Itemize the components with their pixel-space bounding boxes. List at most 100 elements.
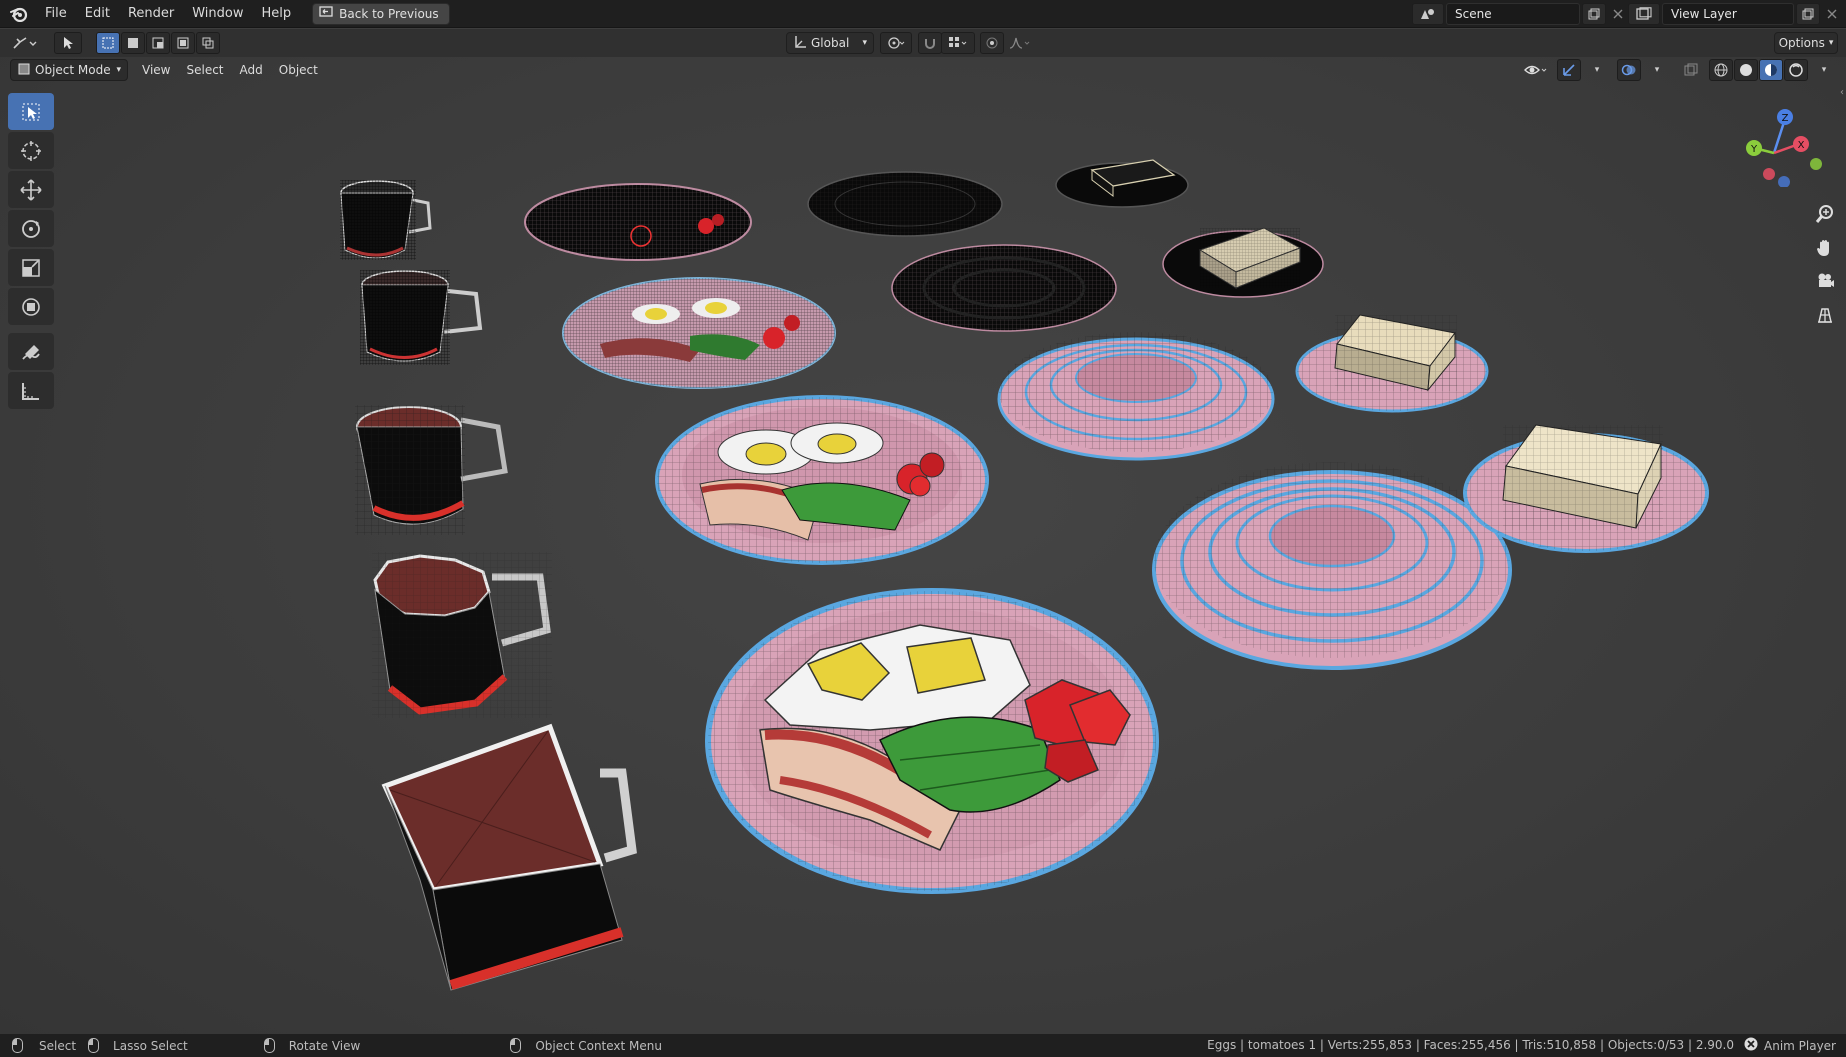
shading-wireframe-icon[interactable] bbox=[1709, 59, 1733, 81]
viewport-menu-object[interactable]: Object bbox=[271, 59, 326, 81]
select-extend-icon[interactable] bbox=[121, 32, 145, 54]
select-box-tool-icon[interactable] bbox=[8, 93, 54, 130]
view-layer-close-icon[interactable] bbox=[1820, 3, 1844, 25]
status-lasso-hint: Lasso Select bbox=[88, 1038, 188, 1053]
options-dropdown[interactable]: Options ▾ bbox=[1774, 32, 1838, 54]
object-mode-label: Object Mode bbox=[35, 63, 111, 77]
plate-toast-medium[interactable] bbox=[1295, 314, 1489, 413]
transform-orientation-dropdown[interactable]: Global ▾ bbox=[786, 32, 874, 54]
menu-window[interactable]: Window bbox=[183, 3, 252, 25]
view-layer-browse-icon[interactable] bbox=[1628, 3, 1660, 25]
scene-statistics: Eggs | tomatoes 1 | Verts:255,853 | Face… bbox=[1207, 1038, 1734, 1052]
annotate-tool-icon[interactable] bbox=[8, 333, 54, 370]
rotate-tool-icon[interactable] bbox=[8, 210, 54, 247]
overlays-options-chevron-icon[interactable]: ▾ bbox=[1645, 59, 1669, 81]
cursor-tool-icon[interactable] bbox=[8, 132, 54, 169]
select-new-icon[interactable] bbox=[96, 32, 120, 54]
top-menu-bar: File Edit Render Window Help Back to Pre… bbox=[0, 0, 1846, 28]
scale-tool-icon[interactable] bbox=[8, 249, 54, 286]
transform-tool-icon[interactable] bbox=[8, 288, 54, 325]
plate-back-2[interactable] bbox=[807, 171, 1003, 237]
mug-4[interactable] bbox=[372, 552, 552, 718]
plate-breakfast-medium[interactable] bbox=[655, 395, 989, 565]
menu-file[interactable]: File bbox=[36, 3, 76, 25]
plate-toast-large[interactable] bbox=[1463, 424, 1709, 553]
middle-mouse-icon bbox=[263, 1038, 275, 1053]
menu-help[interactable]: Help bbox=[253, 3, 301, 25]
pivot-point-icon[interactable] bbox=[880, 32, 912, 54]
status-rotate-hint: Rotate View bbox=[263, 1038, 360, 1053]
pan-hand-icon[interactable] bbox=[1810, 233, 1840, 263]
shading-options-chevron-icon[interactable]: ▾ bbox=[1812, 59, 1836, 81]
scene-name-field[interactable]: Scene bbox=[1446, 3, 1580, 25]
plate-back-5[interactable] bbox=[1162, 227, 1324, 298]
plate-back-1[interactable] bbox=[524, 183, 752, 261]
editor-type-icon[interactable] bbox=[8, 32, 42, 54]
selection-mode-group bbox=[96, 32, 220, 54]
plate-back-3[interactable] bbox=[1055, 159, 1189, 208]
ortho-grid-icon[interactable] bbox=[1810, 300, 1840, 330]
proportional-edit-icon[interactable] bbox=[980, 32, 1004, 54]
menu-edit[interactable]: Edit bbox=[76, 3, 119, 25]
navigation-gizmo[interactable]: Z X Y bbox=[1732, 97, 1822, 188]
status-select-hint: Select bbox=[12, 1038, 76, 1053]
snap-toggle-icon[interactable] bbox=[918, 32, 942, 54]
tool-header: Global ▾ Options ▾ bbox=[0, 29, 1846, 57]
plate-mid-breakfast-small[interactable] bbox=[562, 277, 836, 389]
gizmo-options-chevron-icon[interactable]: ▾ bbox=[1585, 59, 1609, 81]
shading-solid-icon[interactable] bbox=[1734, 59, 1758, 81]
plate-back-4[interactable] bbox=[891, 244, 1117, 332]
viewport-menu-view[interactable]: View bbox=[134, 59, 178, 81]
plate-breakfast-large[interactable] bbox=[705, 588, 1159, 894]
plate-mid-stack[interactable] bbox=[997, 332, 1275, 461]
viewport-header: Object Mode ▾ View Select Add Object ▾ ▾… bbox=[0, 57, 1846, 83]
shading-mode-group bbox=[1709, 59, 1808, 81]
3d-viewport[interactable]: Z X Y ‹ bbox=[0, 57, 1846, 1034]
view-layer-new-icon[interactable] bbox=[1796, 3, 1820, 25]
proportional-falloff-icon[interactable] bbox=[1003, 32, 1037, 54]
measure-tool-icon[interactable] bbox=[8, 372, 54, 409]
chevron-down-icon: ▾ bbox=[862, 38, 867, 48]
sidebar-toggle-icon[interactable]: ‹ bbox=[1840, 87, 1844, 98]
left-mouse-icon bbox=[12, 1038, 23, 1053]
scene-new-icon[interactable] bbox=[1582, 3, 1606, 25]
camera-view-icon[interactable] bbox=[1810, 266, 1840, 296]
status-lasso-label: Lasso Select bbox=[113, 1038, 188, 1053]
move-tool-icon[interactable] bbox=[8, 171, 54, 208]
anim-player-button[interactable]: Anim Player bbox=[1744, 1034, 1836, 1057]
mug-2[interactable] bbox=[360, 270, 483, 365]
menu-render[interactable]: Render bbox=[119, 3, 183, 25]
left-toolbar bbox=[8, 93, 54, 411]
back-to-previous-label: Back to Previous bbox=[339, 6, 439, 21]
viewport-display-controls: ▾ ▾ ▾ bbox=[1519, 59, 1836, 81]
svg-text:Z: Z bbox=[1782, 113, 1789, 124]
select-invert-icon[interactable] bbox=[171, 32, 195, 54]
select-subtract-icon[interactable] bbox=[146, 32, 170, 54]
active-tool-icon[interactable] bbox=[54, 32, 82, 54]
shading-rendered-icon[interactable] bbox=[1784, 59, 1808, 81]
mug-3[interactable] bbox=[355, 405, 508, 535]
gizmo-toggle-icon[interactable] bbox=[1557, 59, 1581, 81]
scene-render bbox=[340, 159, 1709, 991]
drag-mouse-icon bbox=[88, 1038, 100, 1053]
back-to-previous-button[interactable]: Back to Previous bbox=[312, 2, 450, 25]
plate-stack-large[interactable] bbox=[1152, 462, 1512, 670]
viewport-menu-select[interactable]: Select bbox=[178, 59, 231, 81]
mug-5[interactable] bbox=[381, 723, 637, 991]
object-mode-cube-icon bbox=[17, 62, 31, 79]
visibility-eye-icon[interactable] bbox=[1519, 59, 1553, 81]
xray-toggle-icon[interactable] bbox=[1679, 59, 1703, 81]
shading-material-icon[interactable] bbox=[1759, 59, 1783, 81]
blender-logo-icon[interactable] bbox=[8, 3, 30, 25]
status-context-hint: Object Context Menu bbox=[510, 1038, 662, 1053]
mug-1[interactable] bbox=[340, 180, 432, 260]
scene-browse-icon[interactable] bbox=[1412, 3, 1444, 25]
viewport-menu-add[interactable]: Add bbox=[232, 59, 271, 81]
object-mode-dropdown[interactable]: Object Mode ▾ bbox=[10, 59, 128, 81]
zoom-icon[interactable] bbox=[1810, 199, 1840, 229]
view-layer-name-field[interactable]: View Layer bbox=[1662, 3, 1794, 25]
scene-close-icon[interactable] bbox=[1606, 3, 1630, 25]
overlays-toggle-icon[interactable] bbox=[1617, 59, 1641, 81]
snap-target-icon[interactable] bbox=[941, 32, 975, 54]
select-intersect-icon[interactable] bbox=[196, 32, 220, 54]
